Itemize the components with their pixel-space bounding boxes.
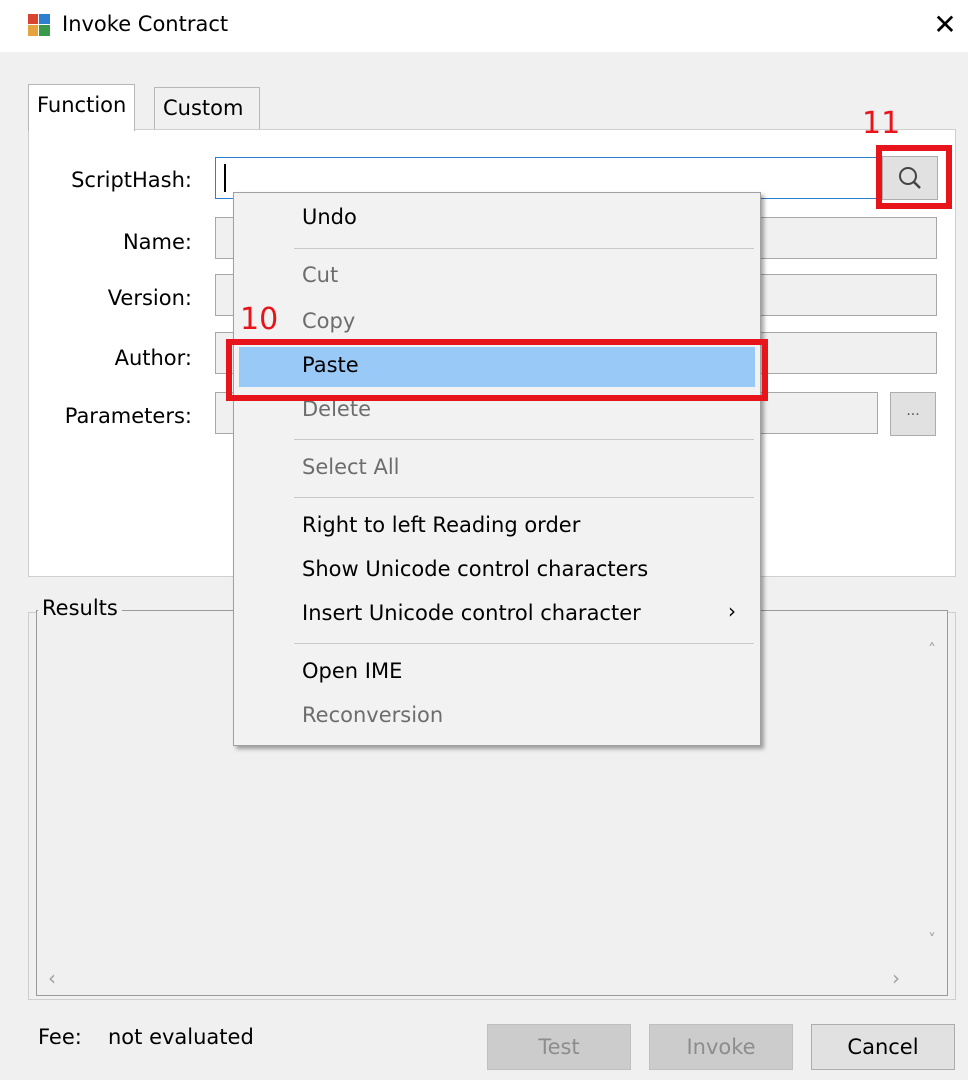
menu-item-reconversion[interactable]: Reconversion [234,697,760,737]
context-menu: Undo Cut Copy Paste Delete Select All Ri… [233,192,761,746]
menu-item-copy[interactable]: Copy [234,303,760,343]
chevron-right-icon: › [728,599,736,623]
app-icon [28,14,50,36]
menu-item-open-ime[interactable]: Open IME [234,653,760,693]
callout-11-box [876,145,952,209]
menu-item-label: Copy [302,309,356,333]
menu-item-label: Open IME [302,659,403,683]
text-caret [224,164,226,192]
tab-function[interactable]: Function [28,84,136,131]
menu-item-label: Cut [302,263,339,287]
menu-item-show-unicode-control[interactable]: Show Unicode control characters [234,551,760,591]
close-icon[interactable]: ✕ [926,6,964,44]
test-button[interactable]: Test [487,1024,631,1070]
fee-value: not evaluated [108,1025,254,1049]
menu-item-insert-unicode-control[interactable]: Insert Unicode control character › [234,595,760,635]
scripthash-label: ScriptHash: [71,168,192,192]
parameters-label: Parameters: [64,404,192,428]
scroll-up-arrow[interactable]: ˄ [928,640,936,659]
title-bar: Invoke Contract ✕ [0,0,968,52]
menu-item-select-all[interactable]: Select All [234,449,760,489]
menu-separator [294,248,754,249]
menu-item-label: Undo [302,205,357,229]
tab-custom[interactable]: Custom [154,87,260,130]
invoke-button[interactable]: Invoke [649,1024,793,1070]
menu-item-label: Right to left Reading order [302,513,581,537]
scroll-down-arrow[interactable]: ˅ [928,930,936,949]
callout-11-number: 11 [862,106,901,141]
scroll-right-arrow[interactable]: › [892,966,900,990]
menu-separator [294,439,754,440]
menu-item-label: Insert Unicode control character [302,601,641,625]
fee-label: Fee: [38,1025,82,1049]
callout-10-number: 10 [240,302,279,337]
callout-10-box [226,339,768,401]
scroll-left-arrow[interactable]: ‹ [48,966,56,990]
cancel-button[interactable]: Cancel [811,1024,955,1070]
menu-item-undo[interactable]: Undo [234,199,760,239]
results-group-title: Results [38,596,122,620]
menu-item-label: Show Unicode control characters [302,557,649,581]
menu-item-label: Reconversion [302,703,444,727]
window-title: Invoke Contract [62,12,229,36]
menu-item-rtl-reading-order[interactable]: Right to left Reading order [234,507,760,547]
menu-separator [294,643,754,644]
version-label: Version: [107,286,192,310]
name-label: Name: [122,230,192,254]
parameters-button[interactable]: ... [890,392,936,436]
menu-item-cut[interactable]: Cut [234,257,760,297]
menu-item-label: Select All [302,455,400,479]
menu-separator [294,497,754,498]
author-label: Author: [114,346,192,370]
